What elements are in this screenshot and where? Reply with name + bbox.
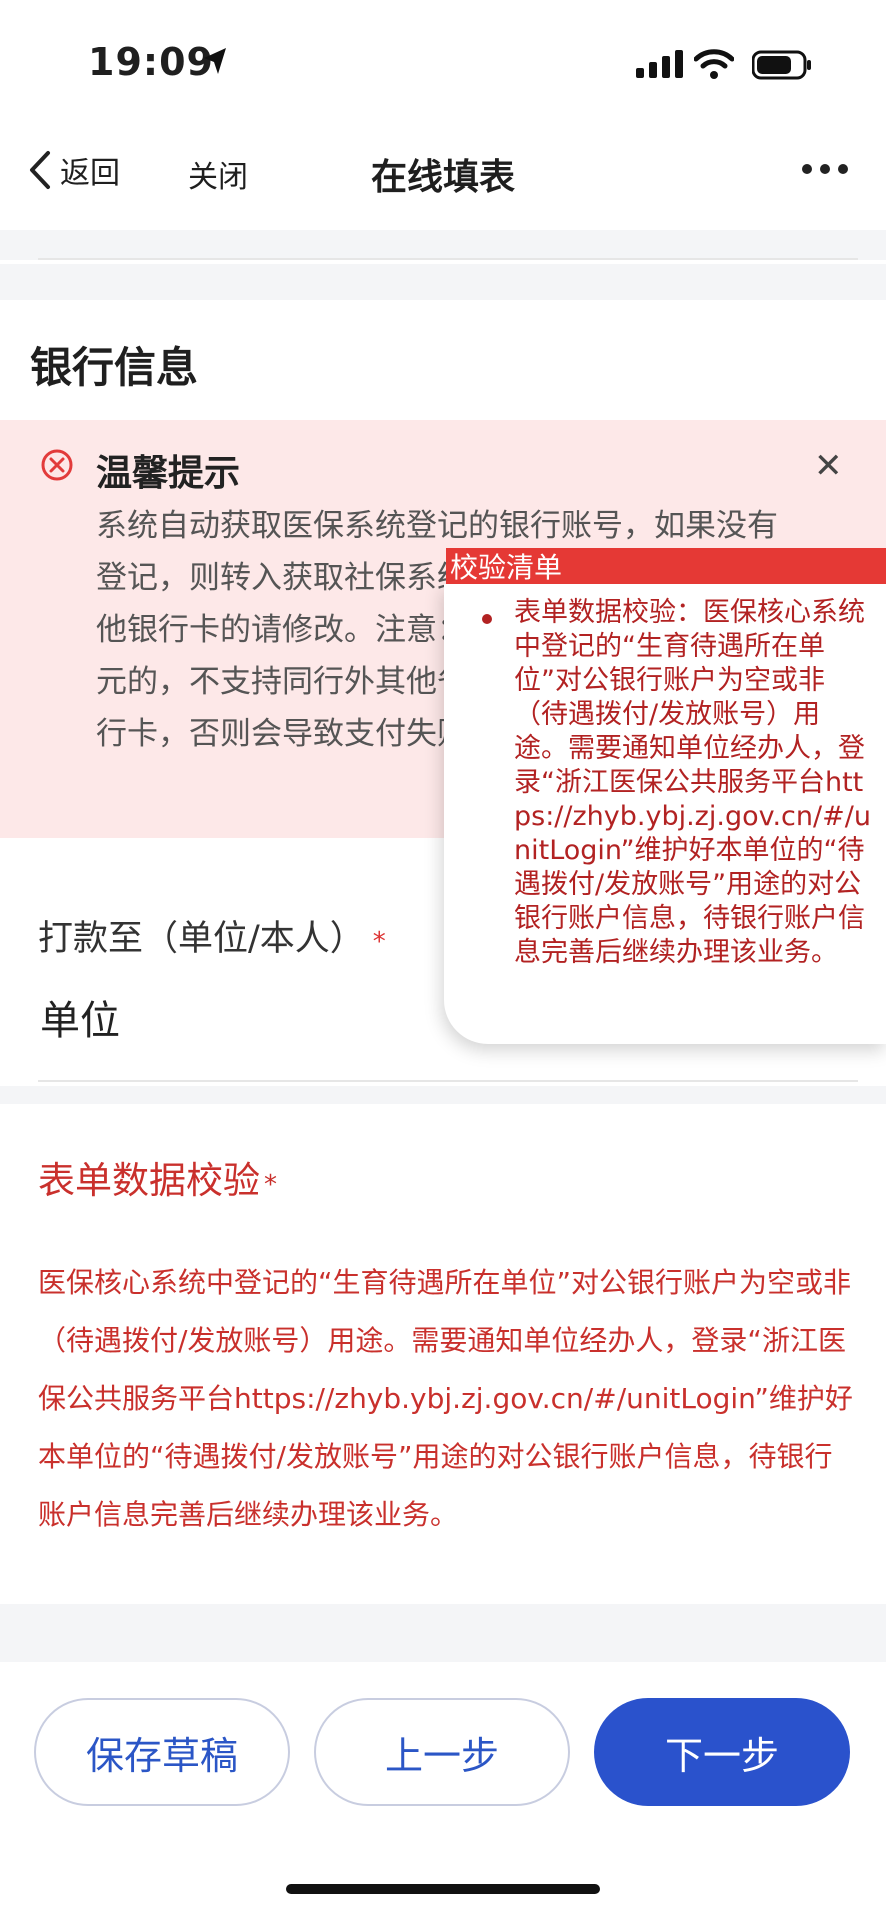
payto-label-text: 打款至（单位/本人）: [38, 919, 365, 959]
status-time: 19:09: [88, 40, 214, 84]
page-title: 在线填表: [370, 157, 515, 198]
location-arrow-icon: [204, 48, 226, 74]
section-gap: [0, 1604, 886, 1662]
validation-message: 医保核心系统中登记的“生育待遇所在单位”对公银行账户为空或非（待遇拨付/发放账号…: [38, 1266, 853, 1531]
divider-line: [38, 258, 858, 260]
section-gap: [0, 1086, 886, 1104]
battery-icon: [752, 50, 811, 80]
required-mark: *: [264, 1170, 277, 1200]
home-indicator: [286, 1884, 600, 1894]
section-divider: [0, 230, 886, 260]
bullet-dot: [482, 614, 492, 624]
signal-icon: [636, 50, 683, 78]
validation-label-text: 表单数据校验: [38, 1159, 260, 1202]
section-gap: [0, 264, 886, 300]
required-mark: *: [372, 927, 386, 957]
validation-label: 表单数据校验 *: [38, 1150, 277, 1204]
payto-label: 打款至（单位/本人） *: [38, 910, 386, 961]
tip-title: 温馨提示: [96, 453, 241, 494]
close-icon[interactable]: ✕: [814, 446, 843, 486]
error-circle-icon: [41, 449, 73, 481]
more-icon[interactable]: [802, 164, 848, 174]
save-draft-button[interactable]: 保存草稿: [34, 1698, 290, 1806]
payto-value[interactable]: 单位: [40, 988, 120, 1046]
prev-step-button[interactable]: 上一步: [314, 1698, 570, 1806]
next-step-button[interactable]: 下一步: [594, 1698, 850, 1806]
popup-item: 表单数据校验：医保核心系统中登记的“生育待遇所在单位”对公银行账户为空或非（待遇…: [514, 597, 871, 968]
popup-title: 校验清单: [450, 551, 563, 584]
field-underline: [38, 1080, 858, 1082]
section-title: 银行信息: [30, 343, 199, 392]
wifi-icon: [694, 49, 734, 79]
